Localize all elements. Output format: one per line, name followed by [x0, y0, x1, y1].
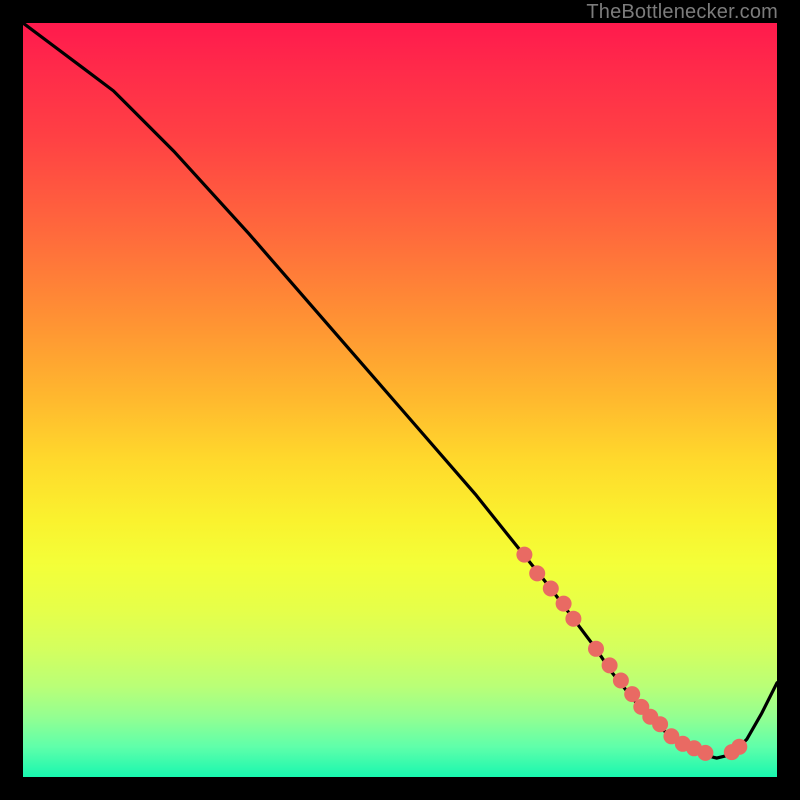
marker-point	[602, 657, 618, 673]
chart-plot-area	[23, 23, 777, 777]
marker-point	[588, 641, 604, 657]
marker-point	[686, 740, 702, 756]
marker-point	[565, 611, 581, 627]
marker-point	[642, 709, 658, 725]
marker-point	[556, 596, 572, 612]
marker-point	[652, 716, 668, 732]
marker-point	[529, 565, 545, 581]
marker-point	[633, 699, 649, 715]
chart-frame: TheBottlenecker.com	[0, 0, 800, 800]
watermark-text: TheBottlenecker.com	[586, 1, 778, 24]
marker-point	[516, 547, 532, 563]
marker-point	[624, 686, 640, 702]
marker-point	[724, 744, 740, 760]
marker-point	[697, 745, 713, 761]
marker-point	[663, 728, 679, 744]
curve-markers	[516, 547, 747, 761]
marker-point	[613, 673, 629, 689]
marker-point	[675, 736, 691, 752]
chart-svg	[23, 23, 777, 777]
curve-line	[23, 23, 777, 758]
marker-point	[543, 581, 559, 597]
marker-point	[731, 739, 747, 755]
